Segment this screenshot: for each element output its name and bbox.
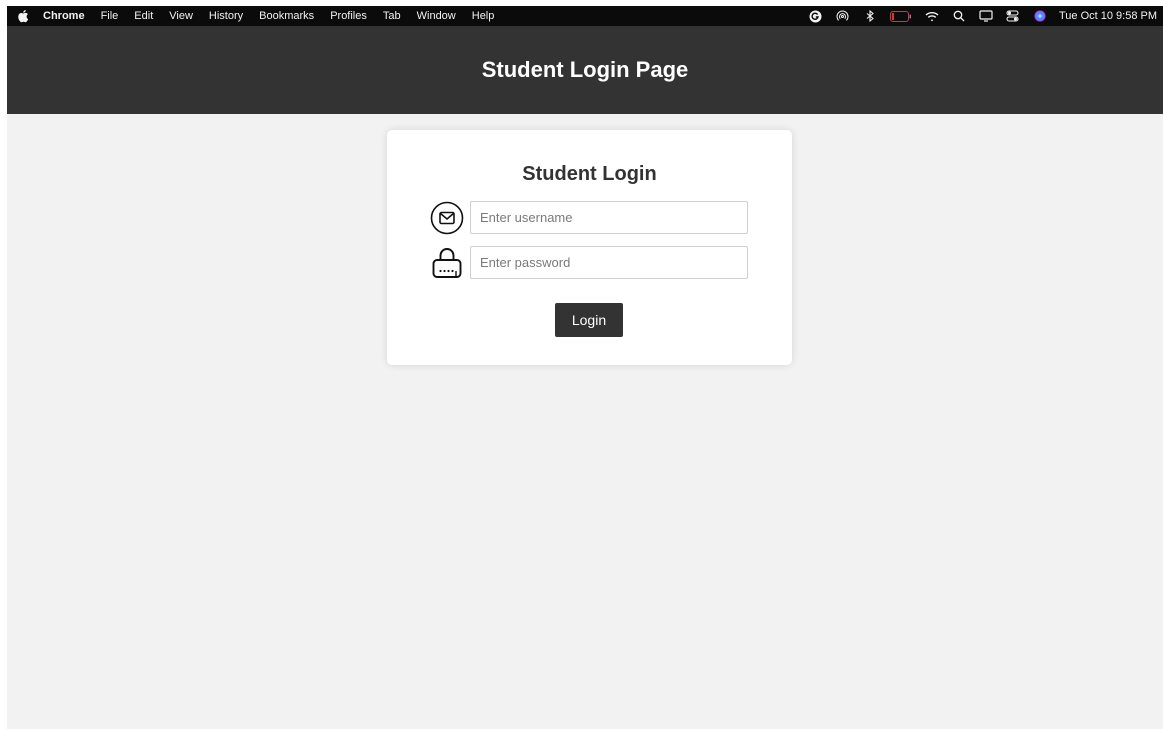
menu-tab[interactable]: Tab (383, 10, 401, 22)
apple-logo-icon[interactable] (17, 9, 29, 23)
login-card-title: Student Login (522, 163, 657, 185)
control-center-icon[interactable] (1006, 9, 1020, 23)
menu-profiles[interactable]: Profiles (330, 10, 367, 22)
menu-bookmarks[interactable]: Bookmarks (259, 10, 314, 22)
menu-bar-right: Tue Oct 10 9:58 PM (796, 9, 1157, 23)
airdrop-icon[interactable] (836, 9, 850, 23)
menu-help[interactable]: Help (472, 10, 495, 22)
password-input[interactable] (470, 246, 748, 279)
battery-icon[interactable] (889, 9, 912, 23)
menu-edit[interactable]: Edit (134, 10, 153, 22)
page-title: Student Login Page (481, 57, 689, 82)
menu-bar-left: Chrome File Edit View History Bookmarks … (17, 9, 510, 23)
menu-window[interactable]: Window (417, 10, 456, 22)
menu-file[interactable]: File (101, 10, 119, 22)
page-body: Student Login Page Student Login Enter u… (7, 26, 1163, 729)
siri-icon[interactable] (1033, 9, 1047, 23)
menu-app-name[interactable]: Chrome (43, 10, 85, 22)
lock-icon (429, 245, 465, 281)
menu-view[interactable]: View (169, 10, 193, 22)
menu-history[interactable]: History (209, 10, 243, 22)
username-row (429, 201, 749, 234)
screen-mirroring-icon[interactable] (979, 9, 993, 23)
spotlight-search-icon[interactable] (952, 9, 966, 23)
wifi-icon[interactable] (925, 9, 939, 23)
login-card: Student Login Enter username Login (387, 130, 792, 365)
menu-bar: Chrome File Edit View History Bookmarks … (7, 6, 1163, 26)
envelope-icon (429, 200, 465, 236)
username-input[interactable] (470, 201, 748, 234)
grammarly-icon[interactable] (809, 9, 823, 23)
page-header: Student Login Page (7, 26, 1163, 114)
password-row (429, 246, 749, 279)
login-button[interactable]: Login (555, 303, 623, 337)
menu-clock[interactable]: Tue Oct 10 9:58 PM (1059, 10, 1157, 22)
bluetooth-icon[interactable] (863, 9, 877, 23)
